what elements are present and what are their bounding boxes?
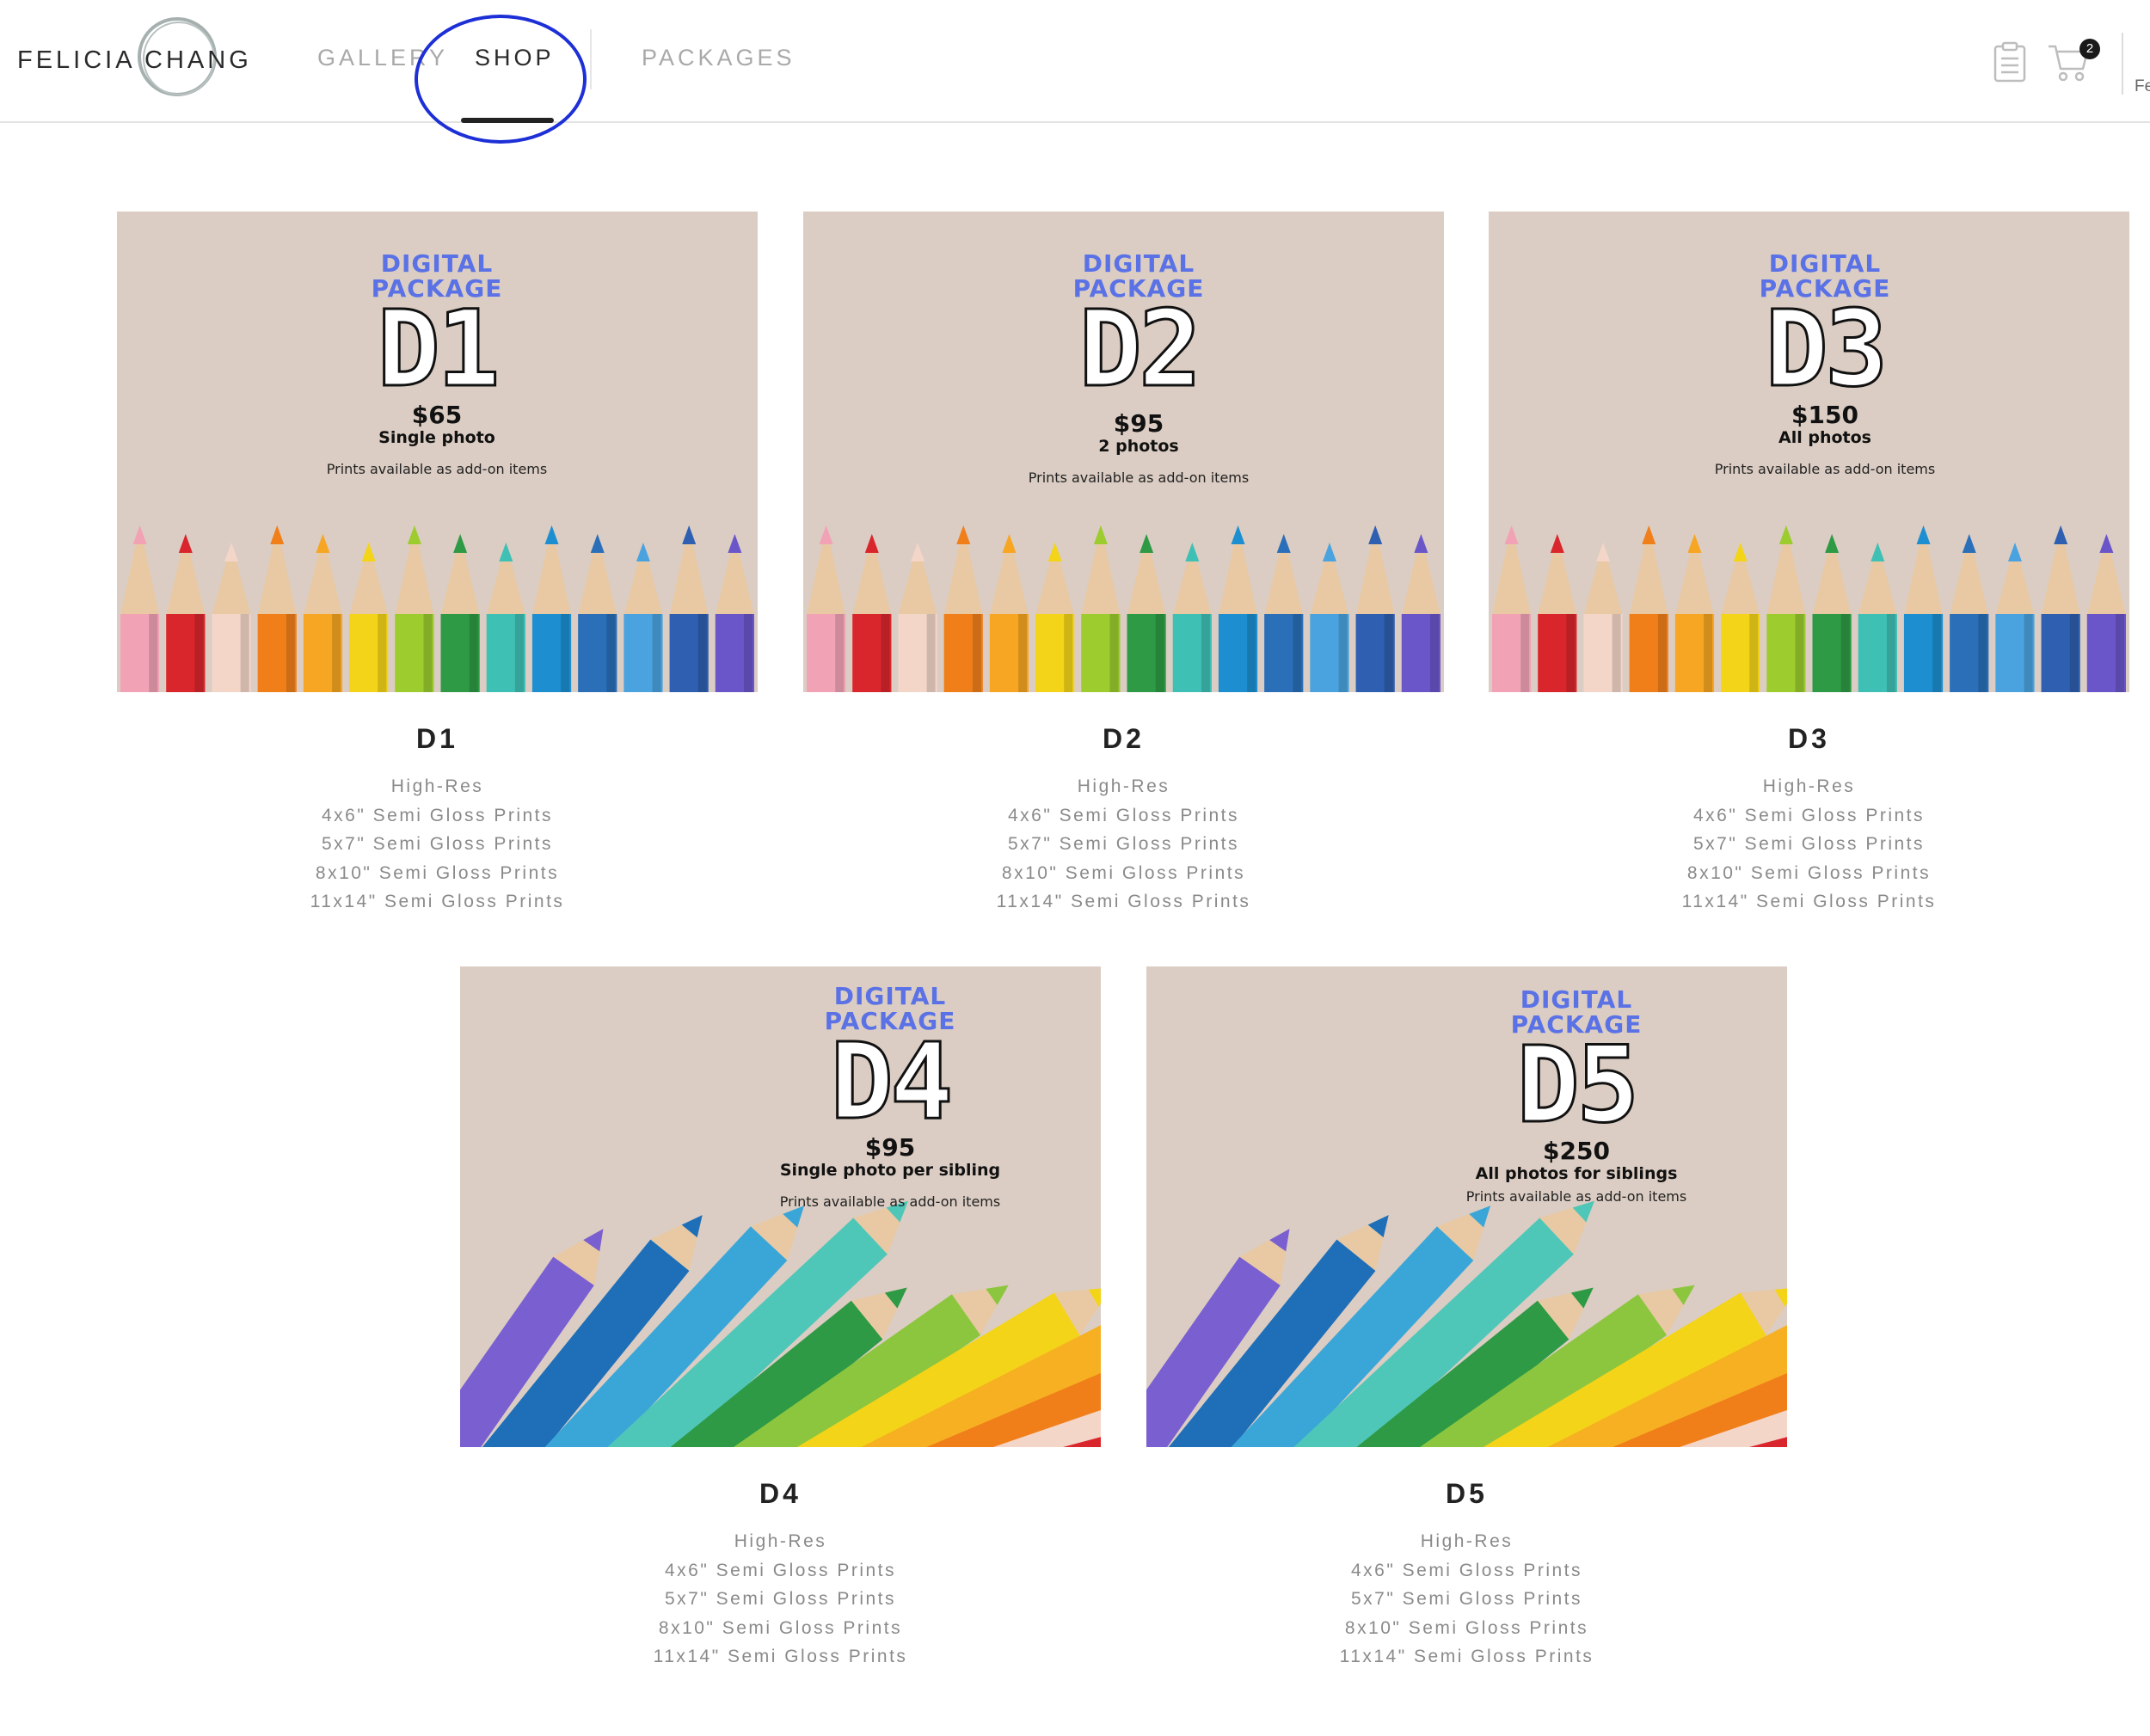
package-card-d4: DIGITAL PACKAGE D4 $95 Single photo per … xyxy=(460,966,1101,1672)
option-item: 8x10" Semi Gloss Prints xyxy=(1686,862,1932,883)
option-item: 8x10" Semi Gloss Prints xyxy=(315,862,560,883)
package-price: $65 xyxy=(411,401,463,429)
option-item: High-Res xyxy=(1420,1531,1514,1551)
package-heading: DIGITAL xyxy=(1768,249,1882,278)
package-card-d2: DIGITAL PACKAGE D2 $95 2 photos Prints a… xyxy=(803,212,1444,917)
site-header: FELICIA CHANG GALLERY SHOP PACKAGES 2 Fe xyxy=(0,0,2150,144)
option-item: 8x10" Semi Gloss Prints xyxy=(1344,1617,1589,1638)
package-options: High-Res 4x6" Semi Gloss Prints 5x7" Sem… xyxy=(1146,1527,1787,1672)
header-divider xyxy=(2122,33,2123,95)
package-price: $95 xyxy=(864,1133,916,1162)
package-note: Prints available as add-on items xyxy=(326,461,548,477)
annotation-circle xyxy=(415,15,587,144)
package-description: 2 photos xyxy=(1098,437,1179,456)
option-item: 11x14" Semi Gloss Prints xyxy=(1681,892,1937,911)
package-title[interactable]: D1 xyxy=(117,723,758,755)
option-item: 5x7" Semi Gloss Prints xyxy=(1007,834,1240,854)
package-code: D5 xyxy=(1515,1024,1641,1146)
package-title[interactable]: D4 xyxy=(460,1478,1101,1510)
option-item: High-Res xyxy=(390,776,484,796)
package-options: High-Res 4x6" Semi Gloss Prints 5x7" Sem… xyxy=(803,772,1444,917)
package-card-d3: DIGITAL PACKAGE D3 $150 All photos Print… xyxy=(1489,212,2129,917)
nav-packages[interactable]: PACKAGES xyxy=(642,45,796,71)
option-item: 11x14" Semi Gloss Prints xyxy=(653,1647,908,1666)
package-description: All photos for siblings xyxy=(1475,1164,1678,1183)
package-note: Prints available as add-on items xyxy=(1028,469,1250,486)
package-heading: DIGITAL xyxy=(833,982,947,1010)
package-heading: DIGITAL xyxy=(1520,985,1633,1014)
package-options: High-Res 4x6" Semi Gloss Prints 5x7" Sem… xyxy=(117,772,758,917)
option-item: 4x6" Semi Gloss Prints xyxy=(1692,805,1926,825)
nav-shop[interactable]: SHOP xyxy=(475,45,555,71)
package-note: Prints available as add-on items xyxy=(1714,461,1936,477)
package-title[interactable]: D2 xyxy=(803,723,1444,755)
package-note: Prints available as add-on items xyxy=(779,1193,1001,1210)
option-item: 5x7" Semi Gloss Prints xyxy=(1350,1589,1583,1609)
package-overlay: DIGITAL PACKAGE D2 $95 2 photos Prints a… xyxy=(967,251,1311,486)
package-overlay: DIGITAL PACKAGE D5 $250 All photos for s… xyxy=(1404,987,1748,1205)
package-overlay: DIGITAL PACKAGE D1 $65 Single photo Prin… xyxy=(265,251,609,477)
package-image-d4[interactable]: DIGITAL PACKAGE D4 $95 Single photo per … xyxy=(460,966,1101,1447)
package-title[interactable]: D3 xyxy=(1489,723,2129,755)
package-image-d2[interactable]: DIGITAL PACKAGE D2 $95 2 photos Prints a… xyxy=(803,212,1444,692)
package-price: $250 xyxy=(1543,1137,1610,1165)
option-item: 8x10" Semi Gloss Prints xyxy=(1001,862,1246,883)
package-price: $150 xyxy=(1791,401,1858,429)
package-card-d1: DIGITAL PACKAGE D1 $65 Single photo Prin… xyxy=(117,212,758,917)
clipboard-icon[interactable] xyxy=(1993,41,2026,83)
package-price: $95 xyxy=(1113,409,1164,438)
package-options: High-Res 4x6" Semi Gloss Prints 5x7" Sem… xyxy=(460,1527,1101,1672)
option-item: 5x7" Semi Gloss Prints xyxy=(664,1589,897,1609)
package-code: D2 xyxy=(1078,288,1203,410)
package-image-d5[interactable]: DIGITAL PACKAGE D5 $250 All photos for s… xyxy=(1146,966,1787,1447)
package-description: Single photo xyxy=(378,428,495,447)
option-item: High-Res xyxy=(734,1531,827,1551)
nav-divider xyxy=(590,29,592,89)
nav-gallery[interactable]: GALLERY xyxy=(317,45,448,71)
package-overlay: DIGITAL PACKAGE D3 $150 All photos Print… xyxy=(1653,251,1997,477)
package-code: D1 xyxy=(376,288,501,410)
option-item: 4x6" Semi Gloss Prints xyxy=(321,805,554,825)
package-options: High-Res 4x6" Semi Gloss Prints 5x7" Sem… xyxy=(1489,772,2129,917)
package-description: All photos xyxy=(1778,428,1871,447)
package-code: D3 xyxy=(1764,288,1889,410)
account-link[interactable]: Fe xyxy=(2135,77,2150,96)
site-logo[interactable]: FELICIA CHANG xyxy=(17,17,249,103)
option-item: 11x14" Semi Gloss Prints xyxy=(996,892,1251,911)
option-item: 4x6" Semi Gloss Prints xyxy=(1350,1560,1583,1580)
nav-active-indicator xyxy=(461,118,554,123)
package-image-d1[interactable]: DIGITAL PACKAGE D1 $65 Single photo Prin… xyxy=(117,212,758,692)
option-item: High-Res xyxy=(1077,776,1170,796)
cart-count-badge: 2 xyxy=(2079,39,2100,59)
package-description: Single photo per sibling xyxy=(779,1161,1001,1180)
option-item: 8x10" Semi Gloss Prints xyxy=(658,1617,903,1638)
package-title[interactable]: D5 xyxy=(1146,1478,1787,1510)
package-image-d3[interactable]: DIGITAL PACKAGE D3 $150 All photos Print… xyxy=(1489,212,2129,692)
option-item: 5x7" Semi Gloss Prints xyxy=(321,834,554,854)
package-overlay: DIGITAL PACKAGE D4 $95 Single photo per … xyxy=(718,984,1062,1210)
package-heading: DIGITAL xyxy=(1082,249,1195,278)
package-heading: DIGITAL xyxy=(380,249,494,278)
package-note: Prints available as add-on items xyxy=(1465,1188,1687,1205)
option-item: 4x6" Semi Gloss Prints xyxy=(1007,805,1240,825)
package-code: D4 xyxy=(829,1021,955,1143)
option-item: 11x14" Semi Gloss Prints xyxy=(310,892,565,911)
logo-text: FELICIA CHANG xyxy=(17,46,252,74)
option-item: High-Res xyxy=(1762,776,1856,796)
package-card-d5: DIGITAL PACKAGE D5 $250 All photos for s… xyxy=(1146,966,1787,1672)
option-item: 11x14" Semi Gloss Prints xyxy=(1339,1647,1594,1666)
option-item: 4x6" Semi Gloss Prints xyxy=(664,1560,897,1580)
option-item: 5x7" Semi Gloss Prints xyxy=(1692,834,1926,854)
